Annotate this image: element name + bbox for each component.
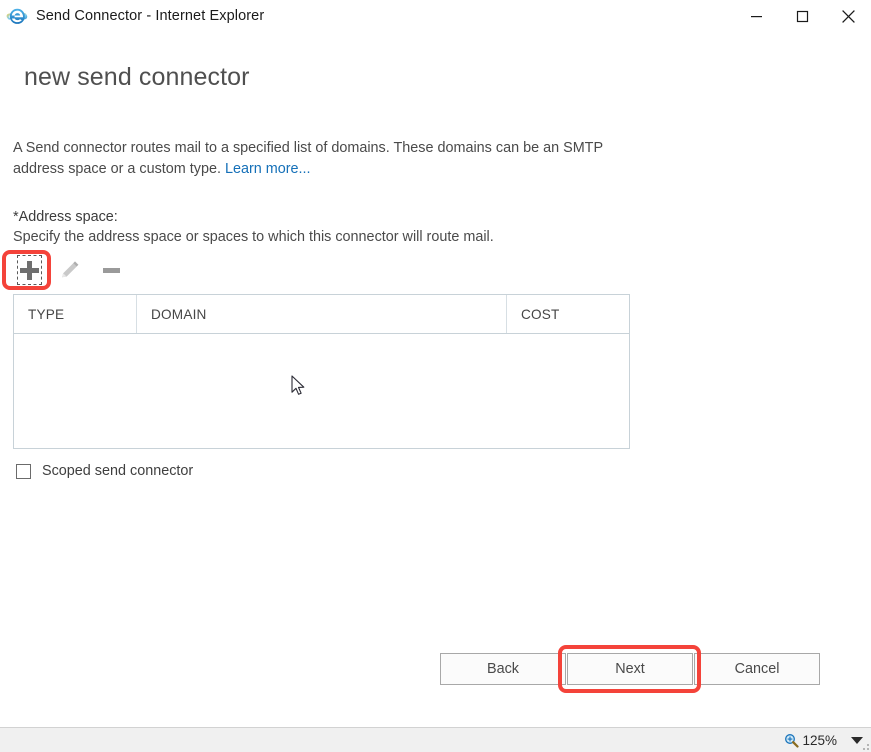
pencil-icon (62, 261, 79, 278)
next-button[interactable]: Next (567, 653, 693, 685)
edit-address-space-button[interactable] (52, 253, 86, 287)
minimize-icon (750, 15, 762, 17)
internet-explorer-icon (6, 8, 28, 24)
minimize-button[interactable] (733, 1, 779, 31)
address-space-toolbar (10, 252, 128, 288)
zoom-control[interactable]: 125% (784, 733, 863, 748)
window-title: Send Connector - Internet Explorer (36, 8, 265, 24)
close-icon (841, 9, 855, 23)
address-space-label: *Address space: (13, 209, 118, 225)
scoped-send-connector-checkbox[interactable] (16, 463, 31, 479)
maximize-icon (796, 10, 808, 22)
internet-explorer-window: Send Connector - Internet Explorer new s… (0, 0, 871, 752)
zoom-magnifier-icon (785, 733, 800, 748)
close-button[interactable] (825, 1, 871, 31)
address-space-table[interactable]: TYPE DOMAIN COST (13, 294, 630, 449)
add-address-space-button[interactable] (12, 253, 46, 287)
address-space-description: Specify the address space or spaces to w… (13, 229, 494, 245)
zoom-level-text: 125% (802, 732, 837, 748)
page-title: new send connector (24, 63, 250, 91)
maximize-button[interactable] (779, 1, 825, 31)
cancel-button[interactable]: Cancel (694, 653, 820, 685)
scoped-send-connector-label: Scoped send connector (42, 463, 194, 479)
learn-more-link[interactable]: Learn more... (225, 161, 311, 177)
back-button[interactable]: Back (440, 653, 566, 685)
column-header-domain[interactable]: DOMAIN (137, 295, 507, 333)
status-bar: 125% (0, 727, 871, 752)
table-body-empty[interactable] (14, 334, 629, 448)
title-bar: Send Connector - Internet Explorer (0, 0, 871, 32)
table-header-row: TYPE DOMAIN COST (14, 295, 629, 334)
remove-address-space-button[interactable] (94, 253, 128, 287)
minus-icon (102, 267, 120, 273)
column-header-type[interactable]: TYPE (14, 295, 137, 333)
intro-paragraph: A Send connector routes mail to a specif… (13, 138, 638, 179)
plus-icon (19, 260, 39, 280)
scoped-send-connector-row[interactable]: Scoped send connector (16, 463, 193, 479)
wizard-button-row: Back Next Cancel (440, 653, 820, 685)
column-header-cost[interactable]: COST (507, 295, 629, 333)
resize-grip-icon[interactable] (859, 740, 869, 750)
